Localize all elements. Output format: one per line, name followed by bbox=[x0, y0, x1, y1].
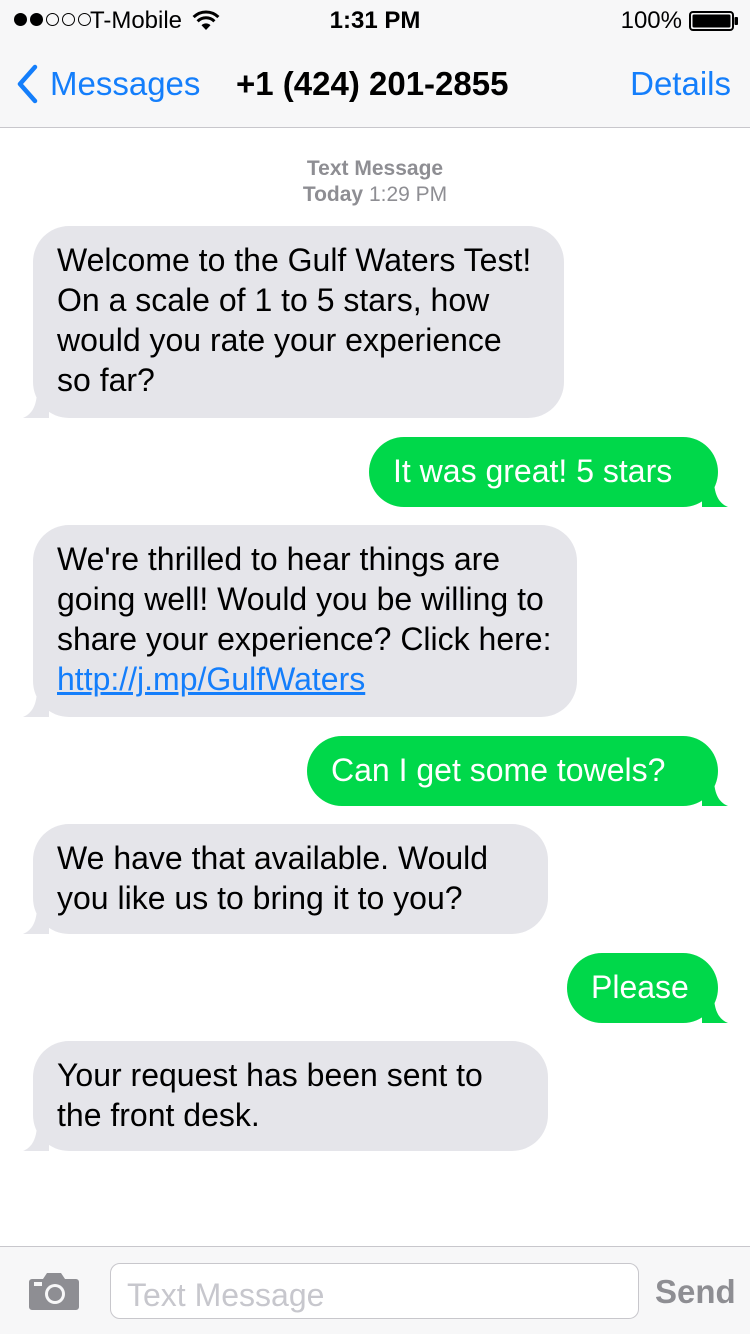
chevron-left-icon bbox=[17, 64, 38, 104]
camera-icon[interactable] bbox=[28, 1271, 80, 1311]
incoming-message-bubble[interactable]: Welcome to the Gulf Waters Test! On a sc… bbox=[23, 226, 564, 418]
thread-time: 1:29 PM bbox=[368, 183, 448, 206]
outgoing-message-bubble[interactable]: Can I get some towels? bbox=[307, 736, 728, 806]
thread-date: Today bbox=[302, 183, 364, 206]
outgoing-message-bubble[interactable]: Please bbox=[567, 953, 728, 1023]
bubble-tail bbox=[702, 995, 728, 1023]
message-text: We have that available. Would you like u… bbox=[57, 840, 489, 916]
top-bar: T-Mobile 1:31 PM 100% Messages +1 (424) … bbox=[0, 0, 750, 128]
battery-percent: 100% bbox=[620, 7, 682, 34]
message-input[interactable] bbox=[110, 1263, 639, 1319]
thread-timestamp: Today 1:29 PM bbox=[0, 182, 750, 208]
incoming-message-bubble[interactable]: Your request has been sent to the front … bbox=[23, 1041, 548, 1151]
details-button[interactable]: Details bbox=[630, 65, 731, 103]
message-link[interactable]: http://j.mp/GulfWaters bbox=[57, 661, 365, 697]
back-to-messages-button[interactable]: Messages bbox=[16, 64, 200, 104]
battery-icon bbox=[689, 11, 738, 31]
conversation-title: +1 (424) 201-2855 bbox=[236, 65, 509, 102]
back-button-label: Messages bbox=[50, 65, 201, 102]
message-text: Welcome to the Gulf Waters Test! On a sc… bbox=[57, 242, 532, 398]
bubble-tail bbox=[23, 906, 49, 934]
send-button[interactable]: Send bbox=[655, 1273, 736, 1311]
bubble-tail bbox=[23, 689, 49, 717]
message-text: Your request has been sent to the front … bbox=[57, 1057, 483, 1133]
incoming-message-bubble[interactable]: We're thrilled to hear things are going … bbox=[23, 525, 577, 717]
incoming-message-bubble[interactable]: We have that available. Would you like u… bbox=[23, 824, 548, 934]
message-text: It was great! 5 stars bbox=[393, 453, 673, 489]
navigation-bar: Messages +1 (424) 201-2855 Details bbox=[0, 40, 750, 128]
message-text: Can I get some towels? bbox=[331, 752, 666, 788]
message-text: We're thrilled to hear things are going … bbox=[57, 541, 552, 657]
bubble-tail bbox=[702, 479, 728, 507]
bubble-tail bbox=[702, 778, 728, 806]
message-text: Please bbox=[591, 969, 689, 1005]
outgoing-message-bubble[interactable]: It was great! 5 stars bbox=[369, 437, 728, 507]
service-label: Text Message bbox=[306, 157, 444, 180]
thread-timestamp-header: Text Message Today 1:29 PM bbox=[0, 156, 750, 208]
bubble-tail bbox=[23, 390, 49, 418]
bubble-tail bbox=[23, 1123, 49, 1151]
message-composer: Send bbox=[0, 1246, 750, 1334]
status-bar: T-Mobile 1:31 PM 100% bbox=[0, 0, 750, 40]
